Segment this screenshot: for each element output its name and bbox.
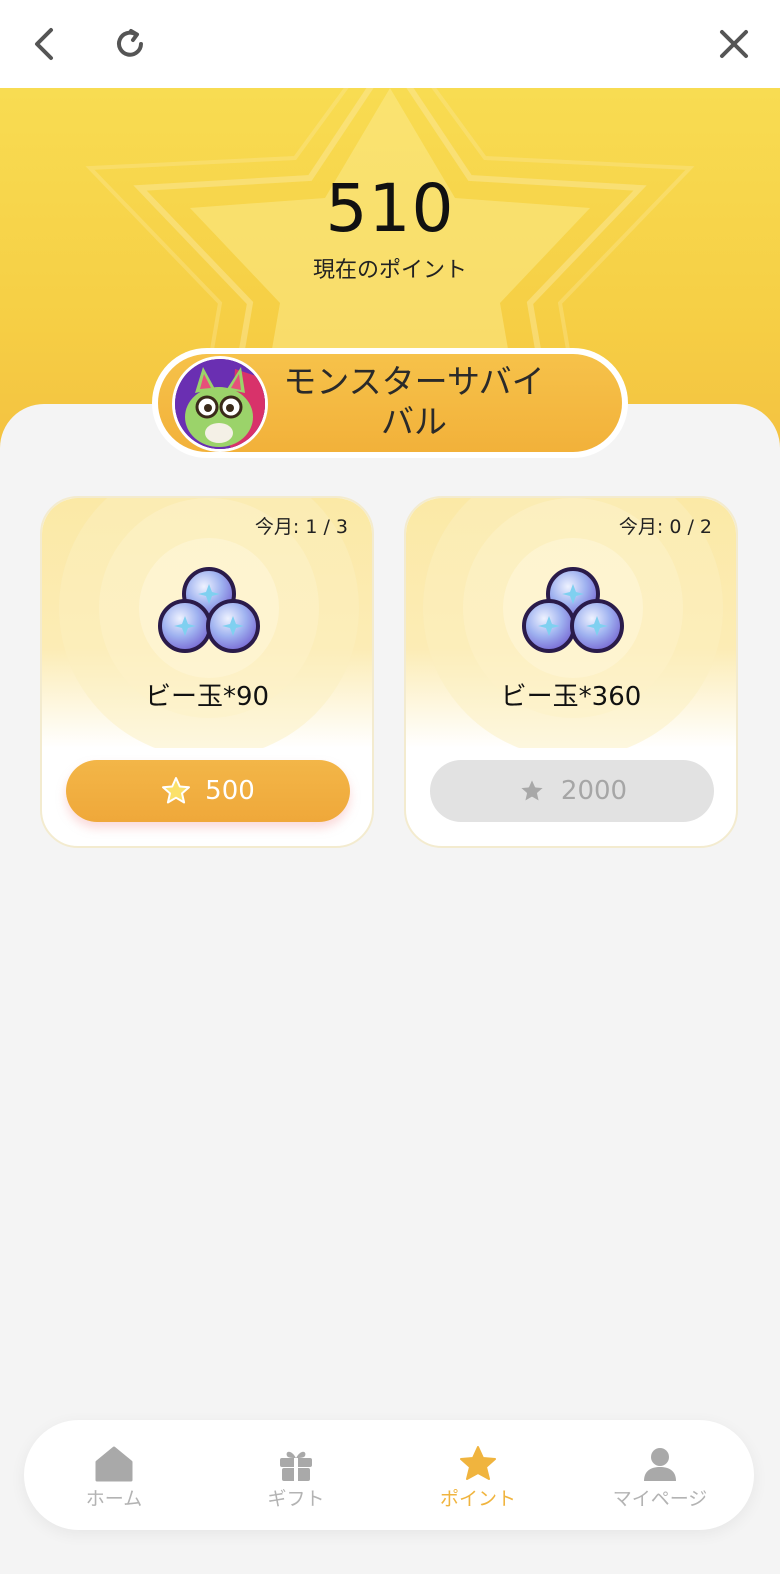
star-icon — [162, 777, 191, 804]
tab-home-label: ホーム — [85, 1488, 143, 1510]
star-icon — [517, 777, 546, 804]
star-icon — [460, 1446, 496, 1480]
game-title: モンスターサバイ バル — [268, 362, 560, 442]
game-title-line1: モンスターサバイ — [283, 362, 545, 401]
tab-mypage[interactable]: マイページ — [590, 1446, 730, 1516]
tab-home[interactable]: ホーム — [44, 1446, 184, 1516]
reward-card: 今月: 0 / 2 ビー玉*360 2000 — [404, 496, 738, 848]
top-bar — [0, 0, 780, 88]
redeem-cost: 2000 — [560, 776, 628, 806]
home-icon — [95, 1446, 133, 1482]
redeem-button-disabled[interactable]: 2000 — [430, 760, 714, 822]
redeem-cost: 500 — [205, 776, 255, 806]
game-title-line2: バル — [381, 402, 447, 441]
tab-gift[interactable]: ギフト — [226, 1446, 366, 1516]
tab-mypage-label: マイページ — [612, 1488, 708, 1510]
monthly-limit: 今月: 1 / 3 — [254, 516, 348, 538]
tab-points-label: ポイント — [439, 1488, 516, 1510]
tab-gift-label: ギフト — [267, 1488, 325, 1510]
redeem-button[interactable]: 500 — [66, 760, 350, 822]
item-name: ビー玉*90 — [144, 682, 270, 712]
points-label: 現在のポイント — [312, 258, 467, 283]
tab-points[interactable]: ポイント — [408, 1446, 548, 1516]
chevron-left-icon[interactable] — [20, 20, 68, 68]
bottom-tab-bar: ホーム ギフト ポイント マイページ — [24, 1420, 754, 1530]
reload-icon[interactable] — [106, 20, 154, 68]
marble-icon — [158, 567, 260, 653]
close-icon[interactable] — [710, 20, 758, 68]
marble-icon — [522, 567, 624, 653]
game-avatar — [172, 356, 268, 452]
user-icon — [644, 1448, 676, 1481]
item-name: ビー玉*360 — [500, 682, 642, 712]
points-value: 510 — [325, 170, 455, 247]
gift-icon — [280, 1451, 312, 1481]
reward-card: 今月: 1 / 3 ビー玉*90 500 — [40, 496, 374, 848]
monthly-limit: 今月: 0 / 2 — [618, 516, 712, 538]
